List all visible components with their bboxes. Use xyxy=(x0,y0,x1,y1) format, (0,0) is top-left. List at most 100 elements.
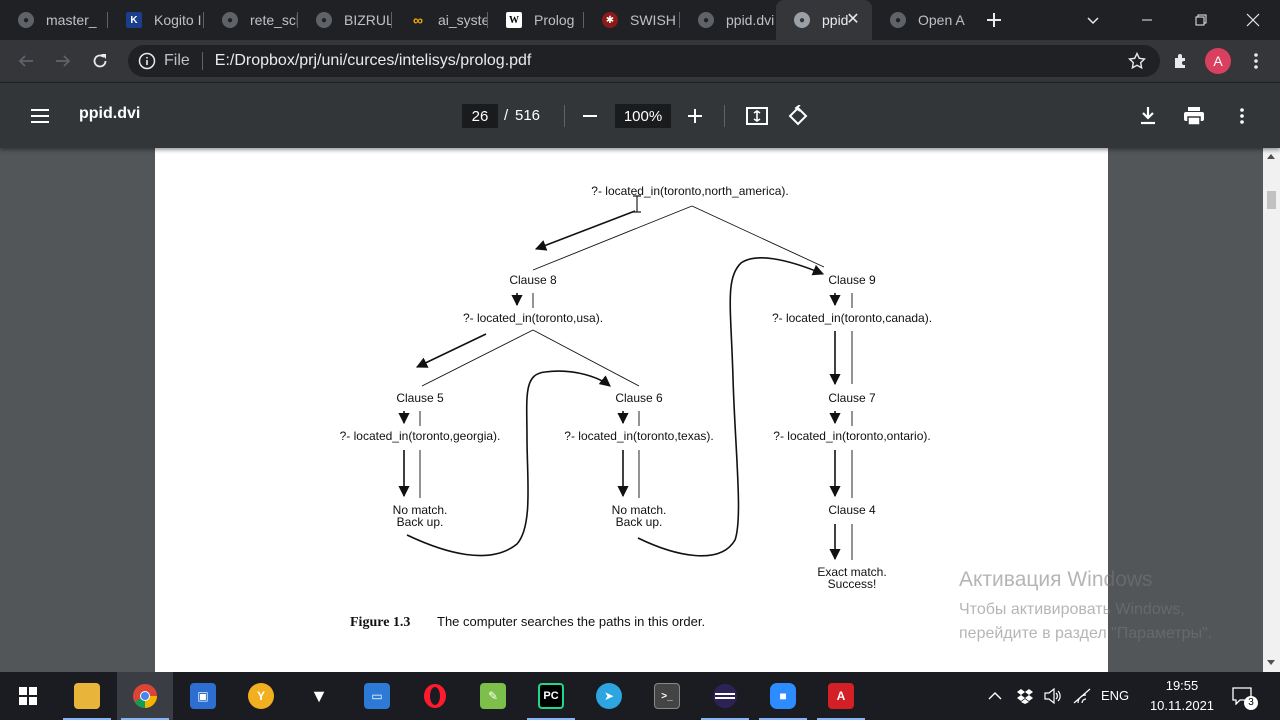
tab-3[interactable]: ● rete_sch xyxy=(204,0,298,40)
figure-label: Figure 1.3 xyxy=(350,615,410,630)
tab-7[interactable]: ✱ SWISH xyxy=(584,0,680,40)
tab-10[interactable]: ● Open A xyxy=(872,0,968,40)
document-title: ppid.dvi xyxy=(79,105,141,122)
minus-icon xyxy=(583,115,597,117)
scroll-up-arrow-icon[interactable] xyxy=(1267,154,1275,159)
download-icon xyxy=(1141,107,1155,125)
address-bar[interactable]: File E:/Dropbox/prj/uni/curces/intelisys… xyxy=(128,45,1160,77)
clause-6-label: Clause 6 xyxy=(615,391,663,405)
vertical-scrollbar[interactable] xyxy=(1263,148,1280,672)
goal-texas: ?- located_in(toronto,texas). xyxy=(564,429,713,443)
notepad-icon: ✎ xyxy=(480,683,506,709)
input-language[interactable]: ENG xyxy=(1101,688,1129,703)
acrobat-icon: A xyxy=(828,683,854,709)
scroll-down-arrow-icon[interactable] xyxy=(1267,660,1275,665)
action-center-button[interactable]: 3 xyxy=(1232,672,1258,720)
taskbar-vixen[interactable]: ▼ xyxy=(291,672,347,720)
no-match-2-line2: Back up. xyxy=(616,515,663,529)
tab-1[interactable]: ● master_ xyxy=(0,0,108,40)
pycharm-icon: PC xyxy=(538,683,564,709)
tab-4[interactable]: ● BIZRULE xyxy=(298,0,392,40)
start-button[interactable] xyxy=(0,672,56,720)
chrome-menu-button[interactable] xyxy=(1240,45,1272,77)
chevron-up-icon xyxy=(988,692,1002,700)
arrow-left-icon xyxy=(18,55,33,67)
tab-title: master_ xyxy=(46,12,97,28)
tray-dropbox[interactable] xyxy=(1016,672,1034,720)
swish-icon: ✱ xyxy=(602,12,618,28)
taskbar-window[interactable]: ▭ xyxy=(349,672,405,720)
bookmark-star-icon[interactable] xyxy=(1128,52,1146,70)
tab-2[interactable]: K Kogito I xyxy=(108,0,204,40)
minimize-button[interactable] xyxy=(1120,0,1174,40)
tab-9-active[interactable]: ● ppid ✕ xyxy=(776,0,872,40)
sidebar-menu-button[interactable] xyxy=(24,100,56,132)
store-icon: ▣ xyxy=(190,683,216,709)
github-icon: ● xyxy=(698,12,714,28)
page-number-input[interactable]: 26 xyxy=(462,104,498,128)
taskbar-terminal[interactable]: >_ xyxy=(639,672,695,720)
tab-6[interactable]: W Prolog xyxy=(488,0,584,40)
scroll-thumb[interactable] xyxy=(1267,191,1276,209)
github-icon: ● xyxy=(794,12,810,28)
print-button[interactable] xyxy=(1178,100,1210,132)
tab-8[interactable]: ● ppid.dvi xyxy=(680,0,776,40)
close-icon xyxy=(1246,13,1260,27)
opera-icon xyxy=(424,684,446,708)
rotate-button[interactable] xyxy=(782,100,814,132)
terminal-icon: >_ xyxy=(654,683,680,709)
colab-icon: ∞ xyxy=(413,12,423,28)
url-text[interactable]: E:/Dropbox/prj/uni/curces/intelisys/prol… xyxy=(215,52,532,70)
extensions-button[interactable] xyxy=(1165,45,1197,77)
tab-5[interactable]: ∞ ai_syste xyxy=(392,0,488,40)
windows-taskbar: ▣ Y ▼ ▭ ✎ PC ➤ >_ ■ A ENG 19:55 10.11.20… xyxy=(0,672,1280,720)
taskbar-acrobat[interactable]: A xyxy=(813,672,869,720)
print-icon xyxy=(1184,107,1204,125)
taskbar-pycharm[interactable]: PC xyxy=(523,672,579,720)
close-window-button[interactable] xyxy=(1226,0,1280,40)
tab-search-button[interactable] xyxy=(1066,0,1120,40)
tray-network[interactable] xyxy=(1073,672,1091,720)
tab-title: ppid.dvi xyxy=(726,12,775,28)
profile-avatar[interactable]: A xyxy=(1205,48,1231,74)
zoom-level-input[interactable]: 100% xyxy=(615,104,671,128)
restore-button[interactable] xyxy=(1174,0,1228,40)
pdf-toolbar: ppid.dvi 26 / 516 100% xyxy=(0,83,1280,148)
zoom-out-button[interactable] xyxy=(574,100,606,132)
taskbar-opera[interactable] xyxy=(407,672,463,720)
wifi-icon xyxy=(1073,688,1091,704)
back-button[interactable] xyxy=(10,45,42,77)
pdf-more-button[interactable] xyxy=(1226,100,1258,132)
forward-button[interactable] xyxy=(47,45,79,77)
new-tab-button[interactable] xyxy=(980,6,1008,34)
zoom-icon: ■ xyxy=(770,683,796,709)
taskbar-notepad[interactable]: ✎ xyxy=(465,672,521,720)
arrow-right-icon xyxy=(56,55,71,67)
taskbar-clock[interactable]: 19:55 10.11.2021 xyxy=(1138,676,1226,716)
reload-button[interactable] xyxy=(84,45,116,77)
taskbar-yandex[interactable]: Y xyxy=(233,672,289,720)
figure-caption: The computer searches the paths in this … xyxy=(437,614,705,629)
goal-canada: ?- located_in(toronto,canada). xyxy=(772,311,932,325)
file-explorer-icon xyxy=(74,683,100,709)
taskbar-file-explorer[interactable] xyxy=(59,672,115,720)
taskbar-telegram[interactable]: ➤ xyxy=(581,672,637,720)
chrome-icon xyxy=(133,684,157,709)
fit-page-button[interactable] xyxy=(741,100,773,132)
taskbar-eclipse[interactable] xyxy=(697,672,753,720)
eclipse-icon xyxy=(713,684,737,708)
download-button[interactable] xyxy=(1132,100,1164,132)
info-icon[interactable] xyxy=(138,52,156,70)
tray-overflow-button[interactable] xyxy=(988,672,1002,720)
close-tab-icon[interactable]: ✕ xyxy=(844,11,862,29)
goal-ontario: ?- located_in(toronto,ontario). xyxy=(773,429,930,443)
zoom-in-button[interactable] xyxy=(679,100,711,132)
windows-activation-watermark: Активация Windows Чтобы активировать Win… xyxy=(959,568,1212,646)
taskbar-chrome[interactable] xyxy=(117,672,173,720)
vixen-icon: ▼ xyxy=(310,685,328,706)
tray-volume[interactable] xyxy=(1044,672,1062,720)
taskbar-zoom[interactable]: ■ xyxy=(755,672,811,720)
url-scheme: File xyxy=(164,52,190,69)
fit-to-page-icon xyxy=(746,107,768,125)
taskbar-store[interactable]: ▣ xyxy=(175,672,231,720)
